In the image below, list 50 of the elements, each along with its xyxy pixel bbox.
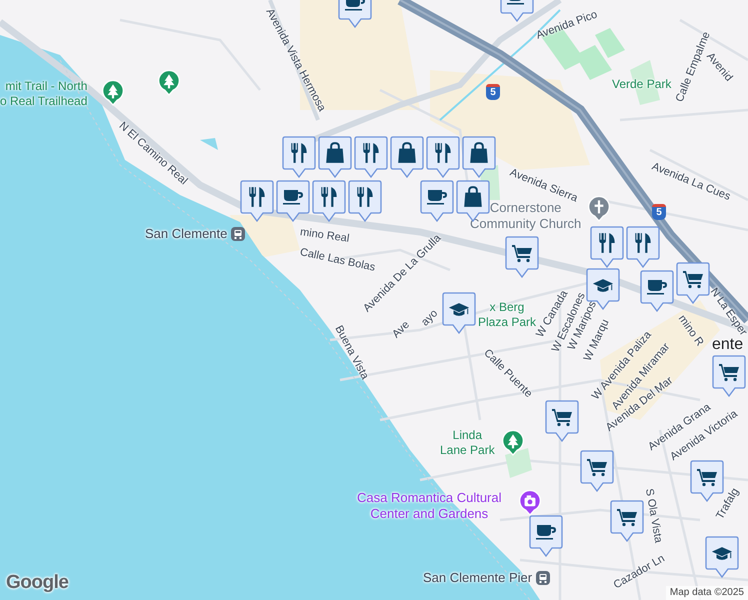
park-area	[505, 448, 532, 478]
shopping-cart-icon	[586, 458, 608, 476]
train-station-icon	[536, 571, 550, 586]
shopping-cart-icon	[682, 270, 704, 288]
fork-knife-icon	[248, 186, 266, 208]
park-label: Verde Park	[612, 77, 672, 92]
cross-icon[interactable]	[588, 196, 610, 222]
park-label: Linda Lane Park	[440, 428, 495, 458]
coffee-cup-icon	[535, 524, 557, 540]
highway-shield: 5	[486, 84, 500, 100]
street-label: mino Real	[299, 226, 350, 247]
coffee-cup-icon	[646, 279, 668, 295]
fork-knife-icon	[290, 142, 308, 164]
coffee-cup-icon	[282, 189, 304, 205]
fork-knife-icon	[320, 186, 338, 208]
station-label: San Clemente	[145, 226, 228, 242]
graduation-cap-icon	[448, 302, 470, 316]
street-label: Ave	[390, 318, 413, 342]
fork-knife-icon	[356, 186, 374, 208]
shopping-bag-icon	[397, 142, 417, 164]
shopping-cart-icon	[551, 408, 573, 426]
shopping-bag-icon	[463, 186, 483, 208]
coffee-cup-icon	[426, 189, 448, 205]
park-label: mit Trail - North o Real Trailhead	[0, 79, 88, 109]
fork-knife-icon	[634, 232, 652, 254]
shopping-cart-icon	[696, 468, 718, 486]
map-attribution: Map data ©2025	[666, 586, 748, 600]
pond	[200, 138, 218, 150]
tree-icon[interactable]	[158, 70, 180, 96]
street-label: ayo	[419, 307, 442, 330]
highway-shield: 5	[652, 204, 666, 220]
tree-icon[interactable]	[102, 80, 124, 106]
camera-icon[interactable]	[519, 490, 541, 516]
graduation-cap-icon	[711, 546, 733, 560]
graduation-cap-icon	[592, 278, 614, 292]
street-label: S Ola Vista	[642, 488, 664, 544]
tree-icon[interactable]	[502, 430, 524, 456]
city-label: ente	[712, 335, 744, 355]
shopping-cart-icon	[718, 362, 740, 382]
shopping-bag-icon	[325, 142, 345, 164]
fork-knife-icon	[362, 142, 380, 164]
shopping-bag-icon	[469, 142, 489, 164]
train-station-icon	[231, 227, 246, 242]
shopping-cart-icon	[616, 508, 638, 526]
street-label: Calle Las Bolas	[298, 246, 376, 276]
park-label: x Berg Plaza Park	[478, 300, 536, 329]
fork-knife-icon	[598, 232, 616, 254]
shopping-cart-icon	[511, 244, 533, 262]
map-logo: Google	[6, 570, 68, 594]
fork-knife-icon	[434, 142, 452, 164]
